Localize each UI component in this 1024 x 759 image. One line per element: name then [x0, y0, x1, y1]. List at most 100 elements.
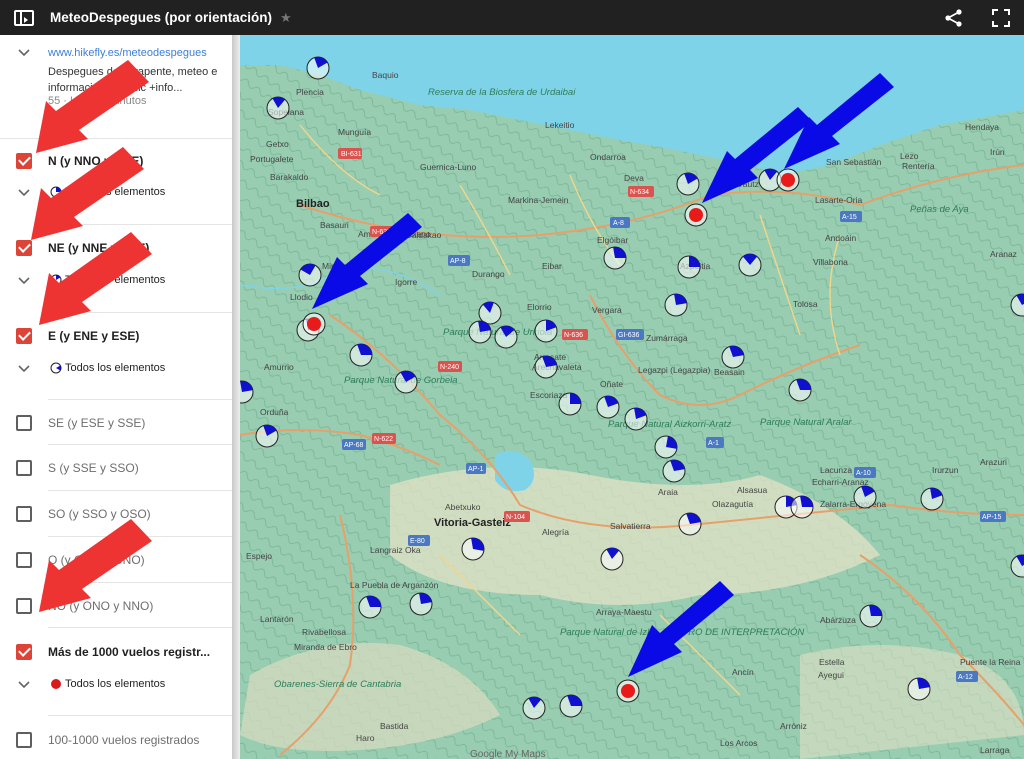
place-label: Puente la Reina: [960, 657, 1021, 667]
road-label: N-622: [374, 436, 393, 443]
place-label: Lezo: [900, 151, 919, 161]
fullscreen-icon[interactable]: [992, 9, 1010, 27]
takeoff-pie-marker[interactable]: [676, 172, 700, 196]
takeoff-pie-marker[interactable]: [859, 604, 883, 628]
red-arrow-icon: [31, 60, 152, 612]
place-label: Olazagutía: [712, 499, 753, 509]
takeoff-pie-marker[interactable]: [678, 512, 702, 536]
place-label: Abárzuza: [820, 615, 856, 625]
place-label: Estella: [819, 657, 845, 667]
road-label: A-10: [856, 470, 871, 477]
place-label: Larraga: [980, 745, 1010, 755]
annotation-arrows-red: [31, 60, 152, 612]
takeoff-pie-marker[interactable]: [788, 378, 812, 402]
road-label: GI-636: [618, 332, 640, 339]
place-label: Plencia: [296, 87, 324, 97]
takeoff-pie-marker[interactable]: [534, 355, 558, 379]
red-dot: [307, 317, 321, 331]
place-label: Legazpi (Legazpia): [638, 365, 710, 375]
takeoff-pie-marker[interactable]: [677, 255, 701, 279]
park-label: Obarenes-Sierra de Cantabria: [274, 679, 401, 690]
place-label: Arróniz: [780, 721, 807, 731]
popular-takeoff-marker[interactable]: [302, 312, 326, 336]
map-view[interactable]: Reserva de la Biosfera de Urdaibai Parqu…: [240, 35, 1024, 759]
place-label: Irurzun: [932, 465, 959, 475]
place-label: Lantarón: [260, 614, 294, 624]
map-canvas[interactable]: Reserva de la Biosfera de Urdaibai Parqu…: [240, 35, 1024, 759]
takeoff-pie-marker[interactable]: [394, 370, 418, 394]
takeoff-pie-marker[interactable]: [596, 395, 620, 419]
place-label: Arraya-Maestu: [596, 607, 652, 617]
place-label: Baquio: [372, 70, 399, 80]
place-label: Ancín: [732, 667, 754, 677]
takeoff-pie-marker[interactable]: [409, 592, 433, 616]
takeoff-pie-marker[interactable]: [790, 495, 814, 519]
takeoff-pie-marker[interactable]: [603, 246, 627, 270]
place-label: Bastida: [380, 721, 409, 731]
place-label: Espejo: [246, 551, 272, 561]
park-label: Reserva de la Biosfera de Urdaibai: [428, 87, 576, 98]
map-title: MeteoDespegues (por orientación): [50, 10, 273, 25]
takeoff-pie-marker[interactable]: [721, 345, 745, 369]
takeoff-pie-marker[interactable]: [255, 424, 279, 448]
takeoff-pie-marker[interactable]: [662, 459, 686, 483]
park-label: Peñas de Aya: [910, 204, 969, 215]
road-label: N-240: [440, 364, 459, 371]
place-label: Alegría: [542, 527, 569, 537]
place-label: Villabona: [813, 257, 848, 267]
top-bar: MeteoDespegues (por orientación) ★: [0, 0, 1024, 35]
popular-takeoff-marker[interactable]: [684, 203, 708, 227]
takeoff-pie-marker[interactable]: [358, 595, 382, 619]
road-label: N-104: [506, 514, 525, 521]
google-attribution: Google My Maps: [470, 749, 546, 759]
place-label: Vergara: [592, 305, 622, 315]
popular-takeoff-marker[interactable]: [776, 168, 800, 192]
place-label: Rivabellosa: [302, 627, 346, 637]
place-label: Andoáin: [825, 233, 856, 243]
road-label: BI-631: [341, 151, 362, 158]
place-label: Orduña: [260, 407, 289, 417]
road-label: AP-15: [982, 514, 1002, 521]
road-label: N-634: [630, 189, 649, 196]
place-label: Lekeitio: [545, 120, 575, 130]
place-label: Irún: [990, 147, 1005, 157]
takeoff-pie-marker[interactable]: [738, 253, 762, 277]
takeoff-pie-marker[interactable]: [306, 56, 330, 80]
place-label: Lacunza: [820, 465, 852, 475]
place-label: Zalarra-Ergoyena: [820, 499, 886, 509]
takeoff-pie-marker[interactable]: [478, 301, 502, 325]
place-label: Oñate: [600, 379, 623, 389]
takeoff-pie-marker[interactable]: [559, 694, 583, 718]
takeoff-pie-marker[interactable]: [494, 325, 518, 349]
place-label: Abetxuko: [445, 502, 481, 512]
takeoff-pie-marker[interactable]: [600, 547, 624, 571]
takeoff-pie-marker[interactable]: [266, 96, 290, 120]
road-label: AP-68: [344, 442, 364, 449]
red-dot: [689, 208, 703, 222]
takeoff-pie-marker[interactable]: [654, 435, 678, 459]
takeoff-pie-marker[interactable]: [349, 343, 373, 367]
place-label: Bilbao: [296, 198, 330, 210]
takeoff-pie-marker[interactable]: [298, 263, 322, 287]
takeoff-pie-marker[interactable]: [853, 485, 877, 509]
takeoff-pie-marker[interactable]: [920, 487, 944, 511]
takeoff-pie-marker[interactable]: [522, 696, 546, 720]
road-label: AP-8: [450, 258, 466, 265]
star-icon[interactable]: ★: [280, 10, 292, 26]
place-label: La Puebla de Arganzón: [350, 580, 439, 590]
place-label: Lasarte-Oria: [815, 195, 863, 205]
popular-takeoff-marker[interactable]: [616, 679, 640, 703]
takeoff-pie-marker[interactable]: [468, 320, 492, 344]
share-icon[interactable]: [944, 9, 964, 27]
takeoff-pie-marker[interactable]: [461, 537, 485, 561]
takeoff-pie-marker[interactable]: [558, 392, 582, 416]
takeoff-pie-marker[interactable]: [534, 319, 558, 343]
sidebar-toggle-icon[interactable]: [14, 9, 34, 26]
takeoff-pie-marker[interactable]: [664, 293, 688, 317]
road-label: A-1: [708, 440, 719, 447]
takeoff-pie-marker[interactable]: [907, 677, 931, 701]
place-label: Elorrio: [527, 302, 552, 312]
road-label: N-636: [564, 332, 583, 339]
place-label: Munguía: [338, 127, 371, 137]
takeoff-pie-marker[interactable]: [624, 407, 648, 431]
